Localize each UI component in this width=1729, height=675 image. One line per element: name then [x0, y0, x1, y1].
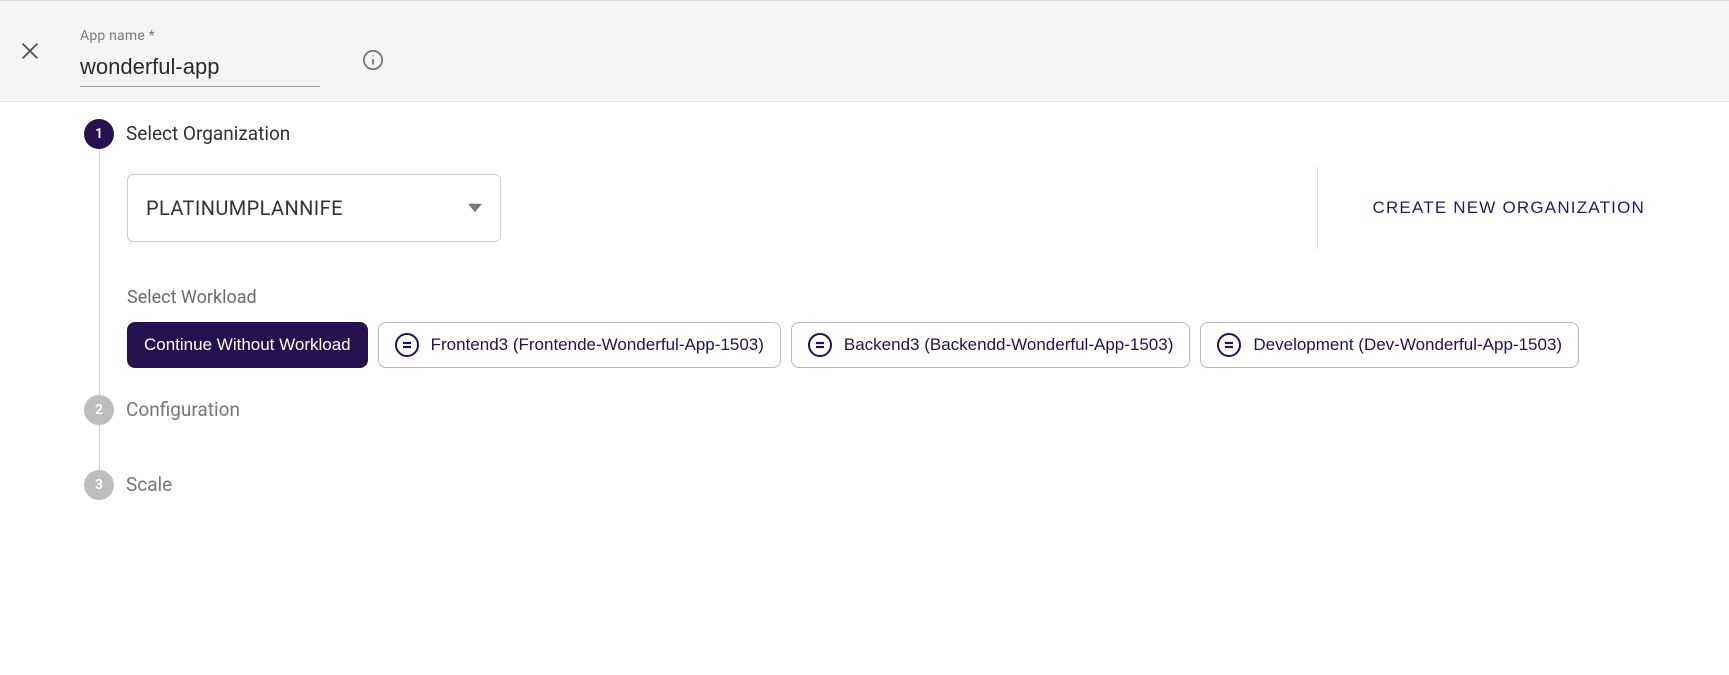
select-workload-label: Select Workload	[127, 287, 1699, 308]
organization-selected-value: PLATINUMPLANNIFE	[146, 196, 343, 220]
step-badge-3: 3	[84, 470, 114, 500]
workload-chip-row: Continue Without Workload Frontend3 (Fro…	[127, 322, 1699, 368]
workload-icon	[395, 333, 419, 357]
step-configuration: 2 Configuration	[126, 398, 1699, 473]
step-badge-1: 1	[84, 119, 114, 149]
header-bar: App name *	[0, 0, 1729, 102]
app-name-input[interactable]	[80, 50, 320, 87]
workload-icon	[808, 333, 832, 357]
info-icon	[362, 49, 384, 71]
app-name-field-wrap: App name *	[80, 28, 320, 87]
step-scale: 3 Scale	[126, 473, 1699, 496]
step-title-3: Scale	[126, 473, 172, 496]
step-title-1: Select Organization	[126, 122, 290, 145]
create-new-organization-button[interactable]: CREATE NEW ORGANIZATION	[1352, 198, 1665, 218]
close-icon	[19, 40, 41, 62]
workload-option-chip[interactable]: Frontend3 (Frontende-Wonderful-App-1503)	[378, 322, 781, 368]
step-select-organization: 1 Select Organization PLATINUMPLANNIFE C…	[126, 122, 1699, 398]
continue-without-workload-chip[interactable]: Continue Without Workload	[127, 322, 368, 368]
workload-option-label: Frontend3 (Frontende-Wonderful-App-1503)	[431, 335, 764, 355]
step-title-2: Configuration	[126, 398, 240, 421]
app-name-label: App name *	[80, 28, 320, 44]
workload-option-chip[interactable]: Development (Dev-Wonderful-App-1503)	[1200, 322, 1579, 368]
workload-option-chip[interactable]: Backend3 (Backendd-Wonderful-App-1503)	[791, 322, 1191, 368]
continue-without-workload-label: Continue Without Workload	[144, 335, 351, 355]
close-button[interactable]	[10, 31, 50, 71]
workload-option-label: Backend3 (Backendd-Wonderful-App-1503)	[844, 335, 1174, 355]
app-name-info-button[interactable]	[358, 45, 388, 75]
organization-select[interactable]: PLATINUMPLANNIFE	[127, 174, 501, 242]
workload-icon	[1217, 333, 1241, 357]
chevron-down-icon	[468, 201, 482, 215]
workload-option-label: Development (Dev-Wonderful-App-1503)	[1253, 335, 1562, 355]
wizard-content: 1 Select Organization PLATINUMPLANNIFE C…	[0, 102, 1729, 526]
step-badge-2: 2	[84, 395, 114, 425]
organization-row: PLATINUMPLANNIFE CREATE NEW ORGANIZATION	[127, 167, 1699, 249]
